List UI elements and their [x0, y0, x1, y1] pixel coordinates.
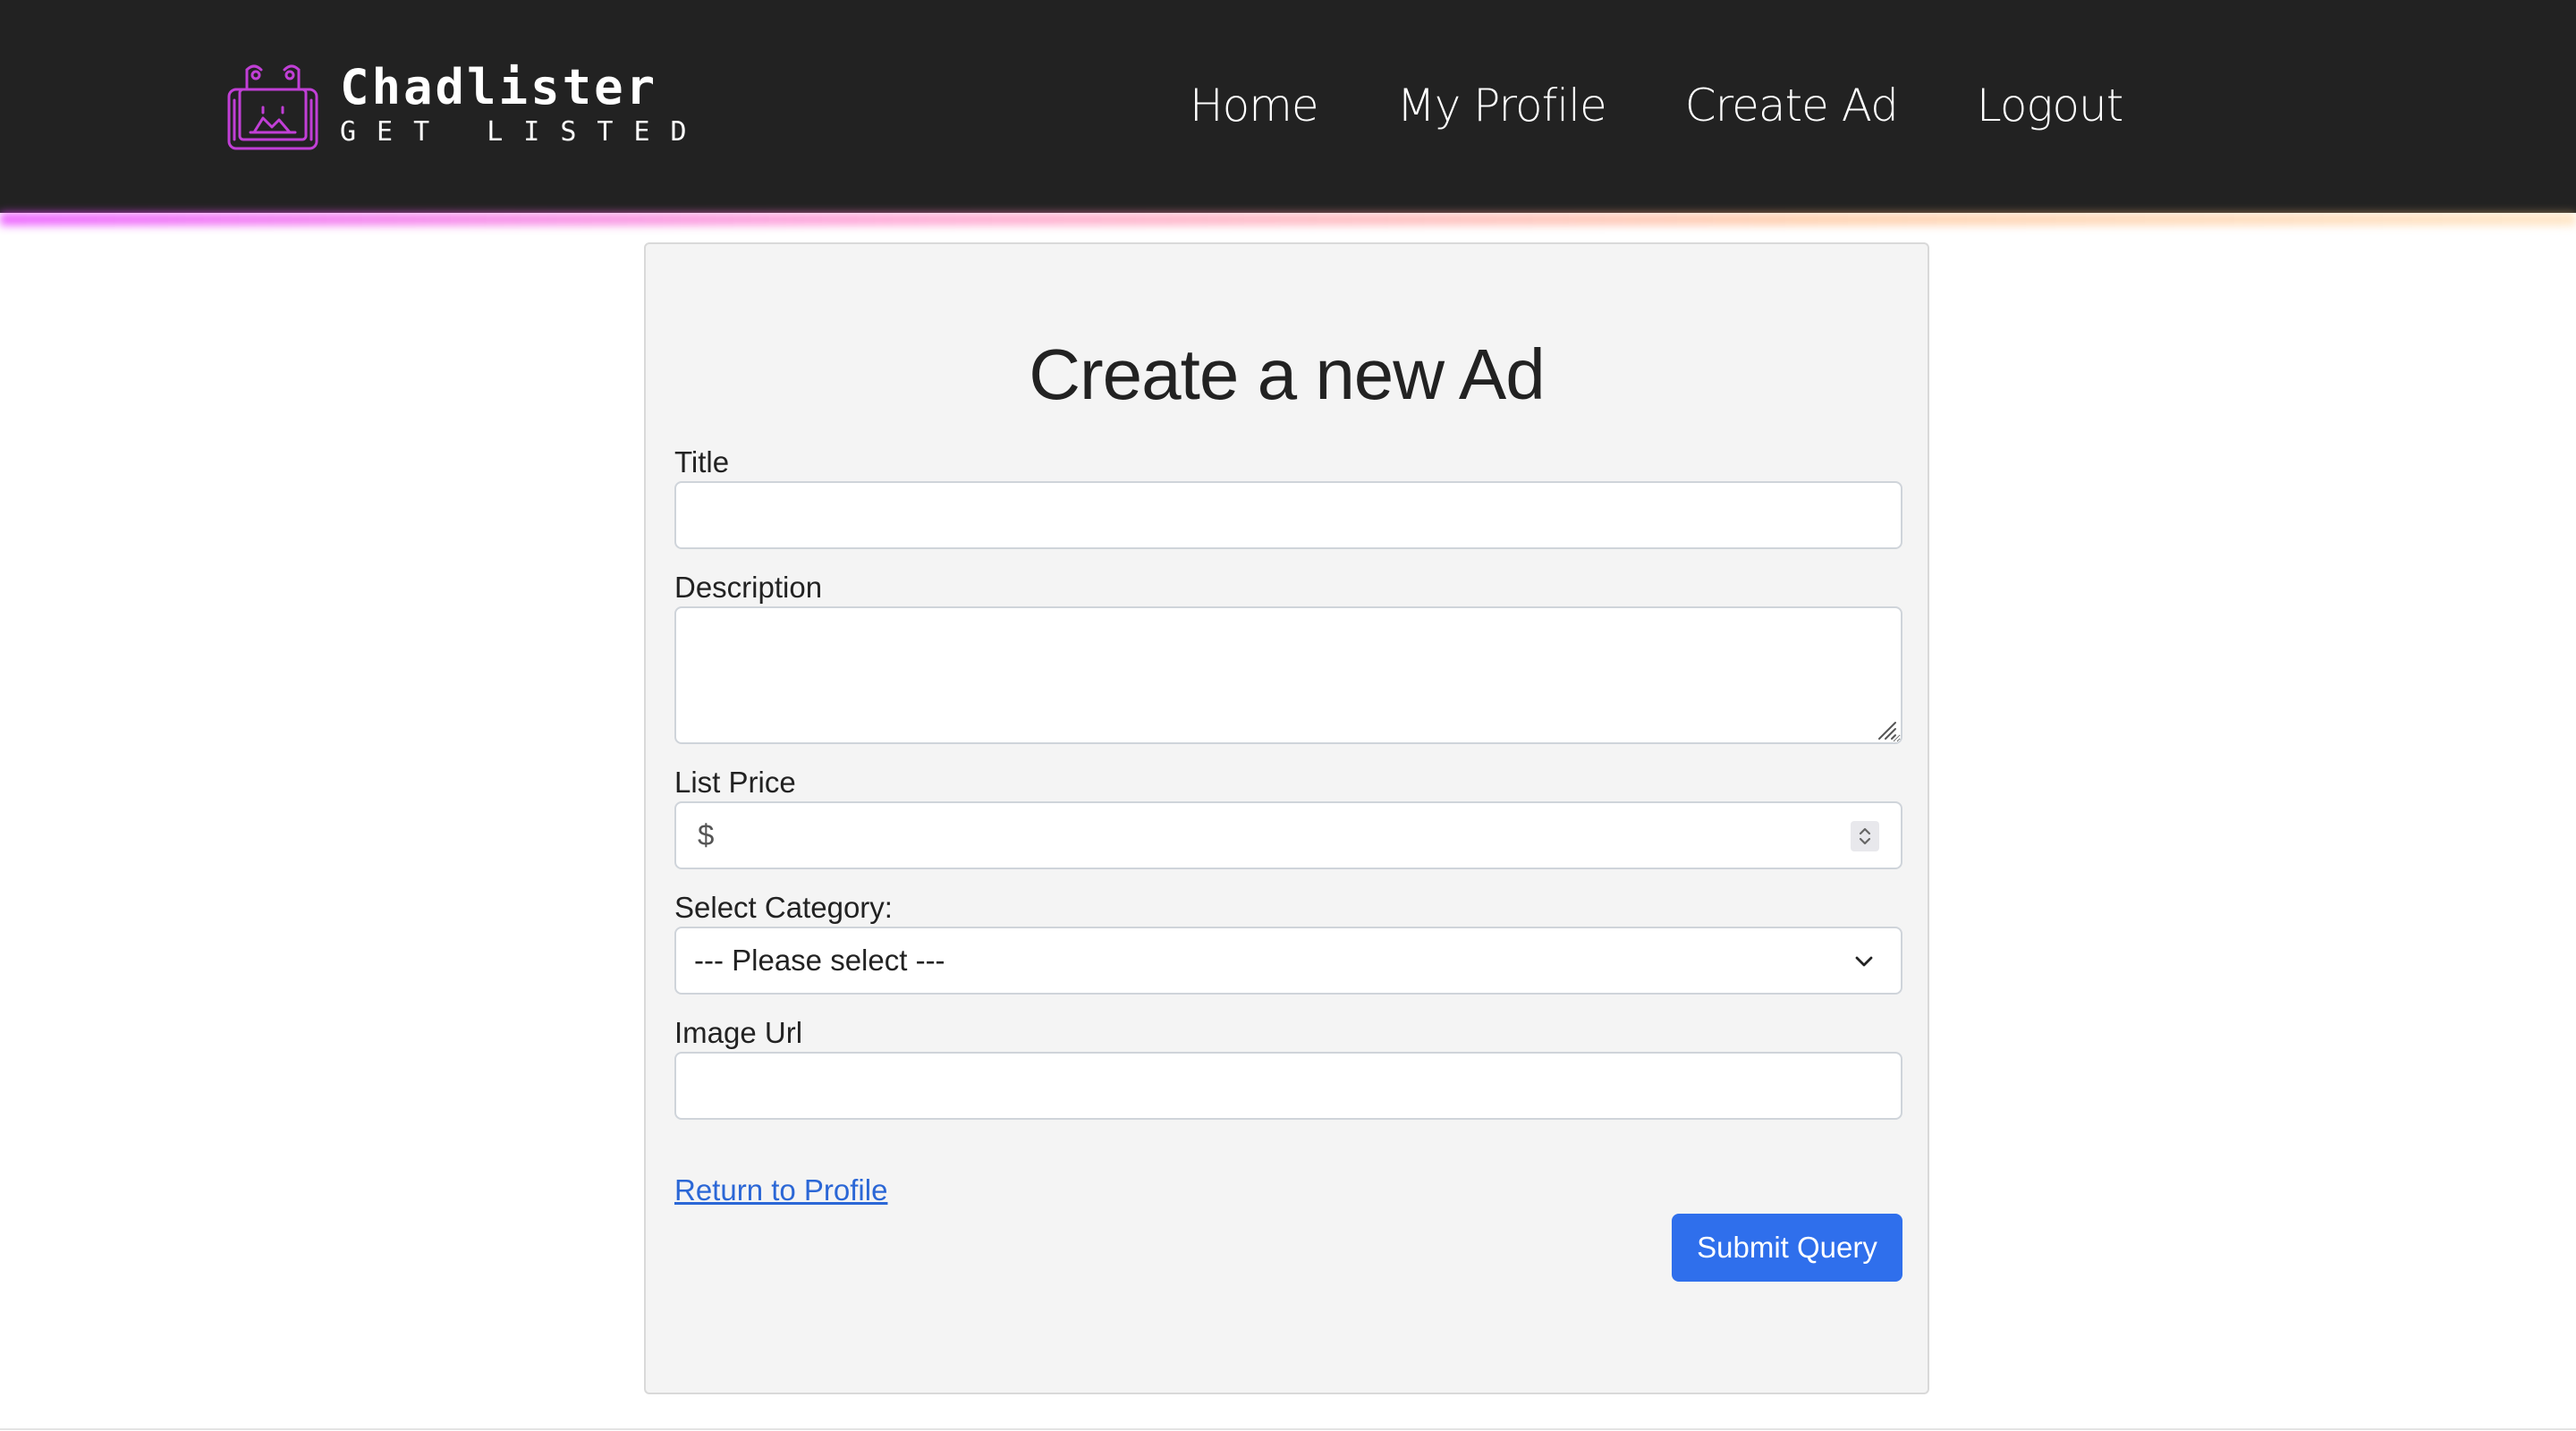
nav-home-link[interactable]: Home — [1190, 80, 1319, 131]
category-select[interactable]: --- Please select --- — [674, 927, 1902, 995]
title-input[interactable] — [674, 481, 1902, 549]
brand-name: Chadlister — [340, 59, 658, 115]
list-price-label: List Price — [674, 766, 796, 799]
list-price-input[interactable] — [676, 803, 1901, 868]
return-to-profile-link[interactable]: Return to Profile — [674, 1173, 887, 1208]
brand-home-link[interactable]: Chadlister GET LISTED — [225, 57, 708, 152]
create-ad-form-card: Create a new Ad Title Description List P… — [644, 242, 1929, 1394]
main-nav: Home My Profile Create Ad Logout — [1190, 72, 2123, 140]
resize-handle-icon[interactable] — [1874, 717, 1897, 741]
image-url-label: Image Url — [674, 1016, 803, 1049]
nav-create-ad-link[interactable]: Create Ad — [1685, 80, 1899, 131]
navbar-gradient-glow — [0, 213, 2576, 225]
brand-text: Chadlister GET LISTED — [340, 61, 708, 148]
number-stepper-icon[interactable] — [1851, 821, 1879, 851]
page-title: Create a new Ad — [1029, 334, 1545, 414]
shopping-bag-icon — [227, 64, 318, 150]
category-selected-value: --- Please select --- — [694, 944, 945, 977]
chevron-down-icon — [1855, 956, 1873, 967]
description-label: Description — [674, 571, 823, 604]
description-textarea[interactable] — [674, 606, 1902, 744]
submit-button[interactable]: Submit Query — [1672, 1214, 1902, 1282]
nav-logout-link[interactable]: Logout — [1977, 80, 2123, 131]
title-label: Title — [674, 445, 730, 478]
brand-tagline: GET LISTED — [340, 116, 708, 148]
nav-my-profile-link[interactable]: My Profile — [1397, 80, 1607, 131]
list-price-field — [674, 801, 1902, 869]
footer-divider — [0, 1428, 2576, 1430]
top-navbar: Chadlister GET LISTED Home My Profile Cr… — [0, 0, 2576, 213]
image-url-input[interactable] — [674, 1052, 1902, 1120]
category-label: Select Category: — [674, 891, 893, 924]
